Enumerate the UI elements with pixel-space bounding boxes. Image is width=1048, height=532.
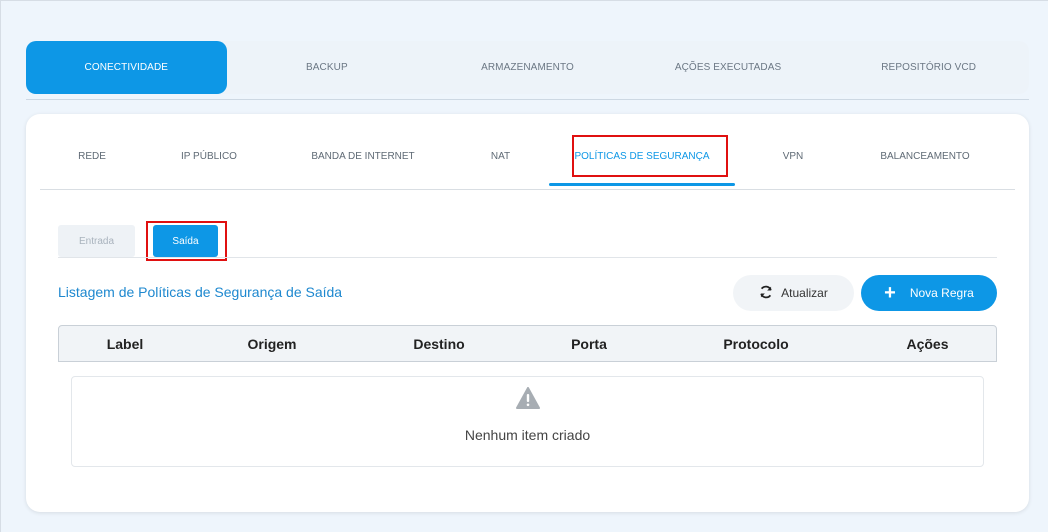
top-tab-bar: CONECTIVIDADE BACKUP ARMAZENAMENTO AÇÕES… bbox=[26, 41, 1029, 94]
empty-state: Nenhum item criado bbox=[71, 376, 984, 467]
subtab-ip-publico[interactable]: IP PÚBLICO bbox=[144, 136, 274, 176]
sub-tab-bar: REDE IP PÚBLICO BANDA DE INTERNET NAT PO… bbox=[40, 136, 1015, 188]
entrada-button[interactable]: Entrada bbox=[58, 225, 135, 257]
nova-regra-button[interactable]: + Nova Regra bbox=[861, 275, 997, 311]
subtab-nat[interactable]: NAT bbox=[452, 136, 549, 176]
refresh-label: Atualizar bbox=[781, 286, 828, 300]
tab-acoes-executadas[interactable]: AÇÕES EXECUTADAS bbox=[628, 41, 829, 94]
column-header-acoes: Ações bbox=[906, 335, 949, 352]
list-title: Listagem de Políticas de Segurança de Sa… bbox=[58, 284, 343, 300]
subtab-divider bbox=[40, 189, 1015, 190]
table-header: Label Origem Destino Porta Protocolo Açõ… bbox=[58, 325, 997, 362]
column-header-destino: Destino bbox=[413, 335, 465, 352]
subtab-rede[interactable]: REDE bbox=[40, 136, 144, 176]
column-header-protocolo: Protocolo bbox=[723, 335, 789, 352]
subtab-balanceamento[interactable]: BALANCEAMENTO bbox=[851, 136, 999, 176]
direction-divider bbox=[58, 257, 997, 258]
content-card: REDE IP PÚBLICO BANDA DE INTERNET NAT PO… bbox=[26, 114, 1029, 512]
nova-regra-label: Nova Regra bbox=[909, 286, 974, 300]
tab-armazenamento[interactable]: ARMAZENAMENTO bbox=[427, 41, 628, 94]
column-header-label: Label bbox=[106, 335, 144, 352]
tab-repositorio-vcd[interactable]: REPOSITÓRIO VCD bbox=[828, 41, 1029, 94]
empty-state-text: Nenhum item criado bbox=[464, 427, 591, 443]
top-divider bbox=[26, 99, 1029, 100]
warning-icon bbox=[516, 387, 540, 414]
tab-conectividade[interactable]: CONECTIVIDADE bbox=[26, 41, 227, 94]
plus-icon: + bbox=[884, 282, 896, 304]
refresh-button[interactable]: Atualizar bbox=[733, 275, 854, 311]
subtab-banda-de-internet[interactable]: BANDA DE INTERNET bbox=[274, 136, 452, 176]
tab-backup[interactable]: BACKUP bbox=[227, 41, 428, 94]
saida-button[interactable]: Saída bbox=[153, 225, 218, 257]
subtab-politicas-de-seguranca[interactable]: POLÍTICAS DE SEGURANÇA bbox=[549, 136, 735, 186]
refresh-icon bbox=[759, 285, 773, 302]
subtab-vpn[interactable]: VPN bbox=[735, 136, 851, 176]
column-header-porta: Porta bbox=[571, 335, 607, 352]
column-header-origem: Origem bbox=[247, 335, 297, 352]
